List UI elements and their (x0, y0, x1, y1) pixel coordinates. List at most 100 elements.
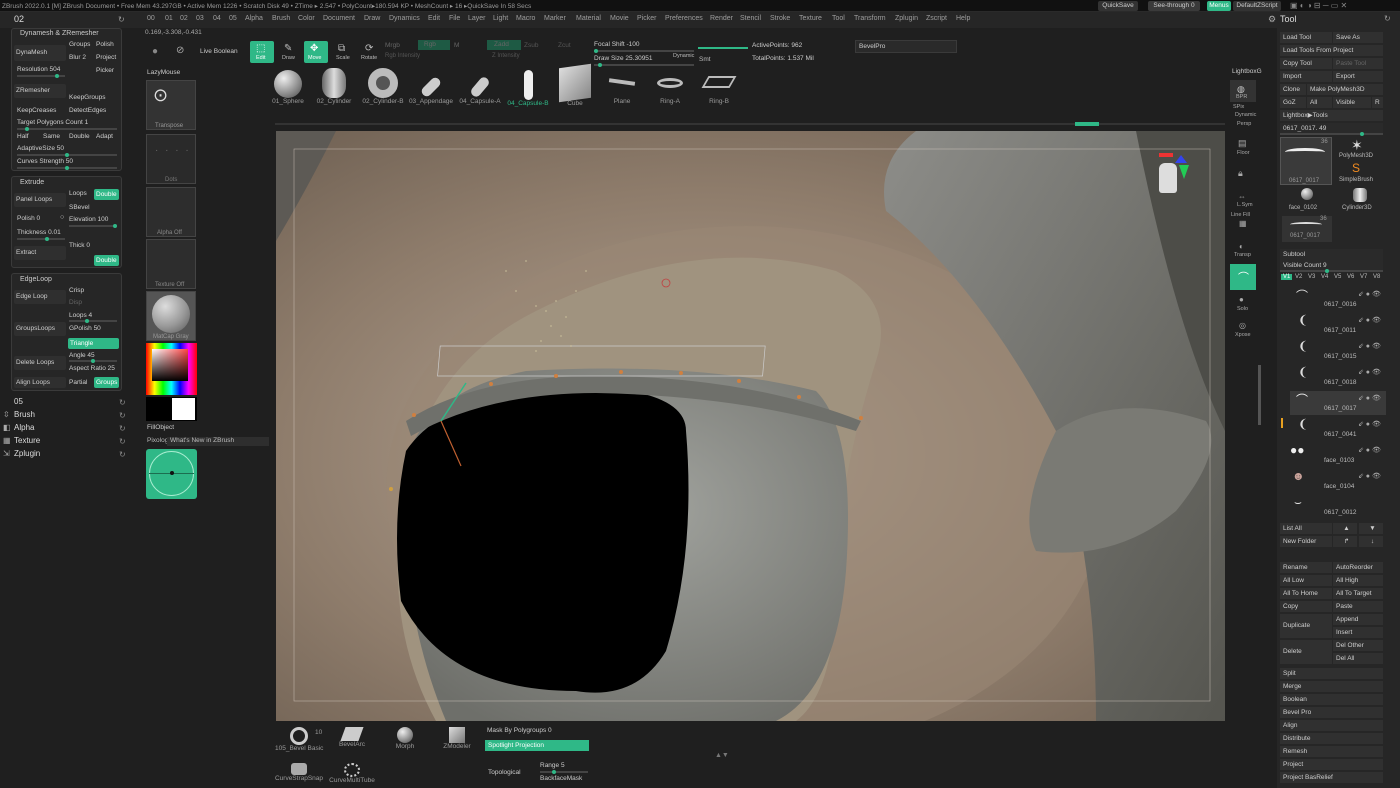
menu-stroke[interactable]: Stroke (770, 15, 790, 22)
loops-track[interactable] (69, 319, 117, 323)
groups-toggle[interactable]: Groups (94, 377, 119, 388)
blur-slider[interactable]: Blur 2 (69, 54, 86, 61)
menus-button[interactable]: Menus (1207, 1, 1231, 11)
zcut-toggle[interactable]: Zcut (558, 42, 571, 49)
elevation-track[interactable] (69, 224, 117, 228)
all-to-target-button[interactable]: All To Target (1333, 588, 1383, 599)
menu-item[interactable]: 04 (213, 15, 221, 22)
palette-brush[interactable]: Brush (14, 410, 35, 419)
copy-tool-button[interactable]: Copy Tool (1280, 58, 1332, 69)
crisp-toggle[interactable]: Crisp (69, 287, 84, 294)
insert-brush-item[interactable]: 01_Sphere (266, 70, 310, 105)
partial-toggle[interactable]: Partial (69, 379, 87, 386)
orientation-head-icon[interactable] (1155, 153, 1189, 215)
v-tab[interactable]: V3 (1308, 274, 1315, 280)
thickness-track[interactable] (17, 237, 65, 241)
curve-point[interactable] (737, 379, 741, 383)
v-tab[interactable]: V5 (1334, 274, 1341, 280)
refresh-icon[interactable]: ↻ (119, 398, 126, 407)
tool-gear-icon[interactable]: ⚙ (1268, 14, 1276, 25)
align-loops-button[interactable]: Align Loops (14, 377, 66, 388)
remesh-subpalette[interactable]: Remesh (1280, 746, 1383, 757)
double-toggle[interactable]: Double (94, 255, 119, 266)
subtool-row-selected[interactable]: ⌒ 0617_0017 ⇙ ● 👁︎ (1290, 391, 1386, 415)
menu-alpha[interactable]: Alpha (245, 15, 263, 22)
palette-alpha[interactable]: Alpha (14, 423, 34, 432)
draw-size-slider[interactable]: Draw Size 25.30951 (594, 55, 653, 62)
xpose-button[interactable]: ◎ Xpose (1230, 320, 1256, 340)
live-boolean-icon[interactable]: ⊘ (176, 45, 184, 56)
load-tools-from-project-button[interactable]: Load Tools From Project (1280, 45, 1383, 56)
insert-button[interactable]: Insert (1333, 627, 1383, 638)
menu-texture[interactable]: Texture (799, 15, 822, 22)
v-tab[interactable]: V7 (1360, 274, 1367, 280)
arrow-up-right-icon[interactable]: ↱ (1333, 536, 1357, 547)
rotate-button[interactable]: ⟳ Rotate (358, 41, 382, 63)
menu-macro[interactable]: Macro (516, 15, 535, 22)
menu-zscript[interactable]: Zscript (926, 15, 947, 22)
curve-point[interactable] (489, 382, 493, 386)
resolution-track[interactable] (17, 74, 65, 78)
distribute-subpalette[interactable]: Distribute (1280, 733, 1383, 744)
menu-render[interactable]: Render (710, 15, 733, 22)
new-folder-button[interactable]: New Folder (1280, 536, 1332, 547)
z-intensity-slider[interactable]: Z Intensity (492, 53, 520, 59)
persp-button[interactable]: Dynamic Persp (1230, 112, 1256, 132)
insert-brush-item[interactable]: Cube (553, 63, 597, 107)
duplicate-button[interactable]: Duplicate (1280, 614, 1332, 638)
subtool-row[interactable]: ❨ 0617_0011 ⇙ ● 👁︎ (1290, 313, 1386, 337)
clone-button[interactable]: Clone (1280, 84, 1306, 95)
color-swatches[interactable] (146, 397, 197, 421)
menu-color[interactable]: Color (298, 15, 315, 22)
refresh-icon[interactable]: ↻ (119, 450, 126, 459)
align-subpalette[interactable]: Align (1280, 720, 1383, 731)
curve-point[interactable] (412, 413, 416, 417)
edgeloop-header[interactable]: EdgeLoop (20, 276, 52, 283)
disp-toggle[interactable]: Disp (69, 299, 82, 306)
polish-slider[interactable]: Polish 0 (17, 215, 40, 222)
menu-draw[interactable]: Draw (364, 15, 380, 22)
spix-slider[interactable]: SPix (1233, 104, 1244, 110)
goz-r-button[interactable]: R (1372, 97, 1383, 108)
resolution-slider[interactable]: Resolution 504 (17, 66, 60, 73)
menu-item[interactable]: 03 (196, 15, 204, 22)
subtool-row[interactable]: ⌣ 0617_0012 (1290, 495, 1386, 519)
visibility-eye-icon[interactable]: ⇙ ● 👁︎ (1358, 368, 1381, 376)
menu-tool[interactable]: Tool (832, 15, 845, 22)
merge-subpalette[interactable]: Merge (1280, 681, 1383, 692)
line-fill-button[interactable]: Line Fill ▦ (1230, 212, 1256, 232)
focal-shift-slider[interactable]: Focal Shift -100 (594, 41, 640, 48)
list-all-button[interactable]: List All (1280, 523, 1332, 534)
picker-toggle[interactable]: Picker (96, 67, 114, 74)
visibility-eye-icon[interactable]: ⇙ ● 👁︎ (1358, 472, 1381, 480)
tool-thumb-active[interactable]: 36 0617_0017 (1280, 137, 1332, 185)
curve-point[interactable] (619, 370, 623, 374)
make-polymesh-button[interactable]: Make PolyMesh3D (1307, 84, 1383, 95)
menu-preferences[interactable]: Preferences (665, 15, 703, 22)
menu-brush[interactable]: Brush (272, 15, 290, 22)
spotlight-projection-toggle[interactable]: Spotlight Projection (485, 740, 589, 751)
whats-new-tooltip[interactable]: What's New in ZBrush (167, 437, 269, 446)
menu-marker[interactable]: Marker (544, 15, 566, 22)
menu-file[interactable]: File (449, 15, 460, 22)
default-zscript-button[interactable]: DefaultZScript (1233, 1, 1281, 11)
autoreorder-button[interactable]: AutoReorder (1333, 562, 1383, 573)
curves-strength-slider[interactable]: Curves Strength 50 (17, 158, 73, 165)
move-up-icon[interactable]: ▲ (1333, 523, 1357, 534)
refresh-icon[interactable]: ↻ (119, 424, 126, 433)
insert-brush-item-active[interactable]: 04_Capsule-B (504, 70, 552, 107)
subtool-row[interactable]: ☻ face_0104 ⇙ ● 👁︎ (1290, 469, 1386, 493)
palette-texture[interactable]: Texture (14, 436, 40, 445)
range-slider[interactable]: Range 5 (540, 762, 565, 769)
menu-zplugin[interactable]: Zplugin (895, 15, 918, 22)
visibility-eye-icon[interactable]: ⇙ ● 👁︎ (1358, 420, 1381, 428)
transpose-tile[interactable]: ⊙ Transpose (146, 80, 196, 130)
menu-edit[interactable]: Edit (428, 15, 440, 22)
subtool-scroll-handle[interactable] (1281, 418, 1283, 428)
project-subpalette[interactable]: Project (1280, 759, 1383, 770)
load-tool-button[interactable]: Load Tool (1280, 32, 1332, 43)
sphere-icon[interactable]: ● (152, 46, 158, 57)
bpr-button[interactable]: ◍ BPR (1230, 80, 1256, 102)
goz-button[interactable]: GoZ (1280, 97, 1306, 108)
angle-slider[interactable]: Angle 45 (69, 352, 95, 359)
